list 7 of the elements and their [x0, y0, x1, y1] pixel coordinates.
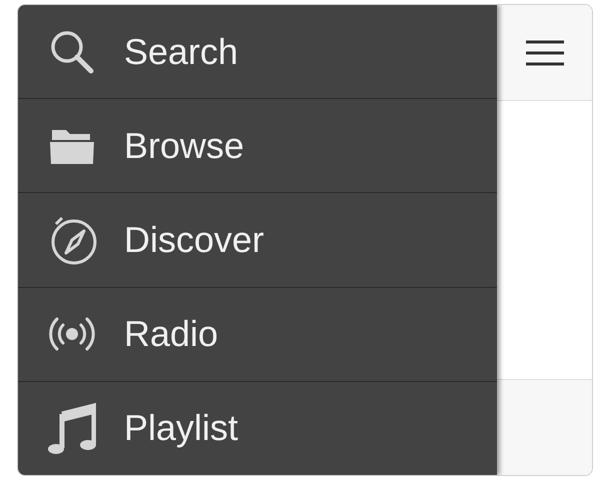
- menu-item[interactable]: Browse: [18, 99, 497, 194]
- music-note-icon: [48, 402, 96, 454]
- menu-item[interactable]: Playlist: [18, 382, 497, 475]
- menu-item[interactable]: Search: [18, 5, 497, 100]
- menu-item[interactable]: Discover: [18, 193, 497, 288]
- menu-item[interactable]: Radio: [18, 288, 497, 382]
- menu-icon[interactable]: [526, 40, 564, 66]
